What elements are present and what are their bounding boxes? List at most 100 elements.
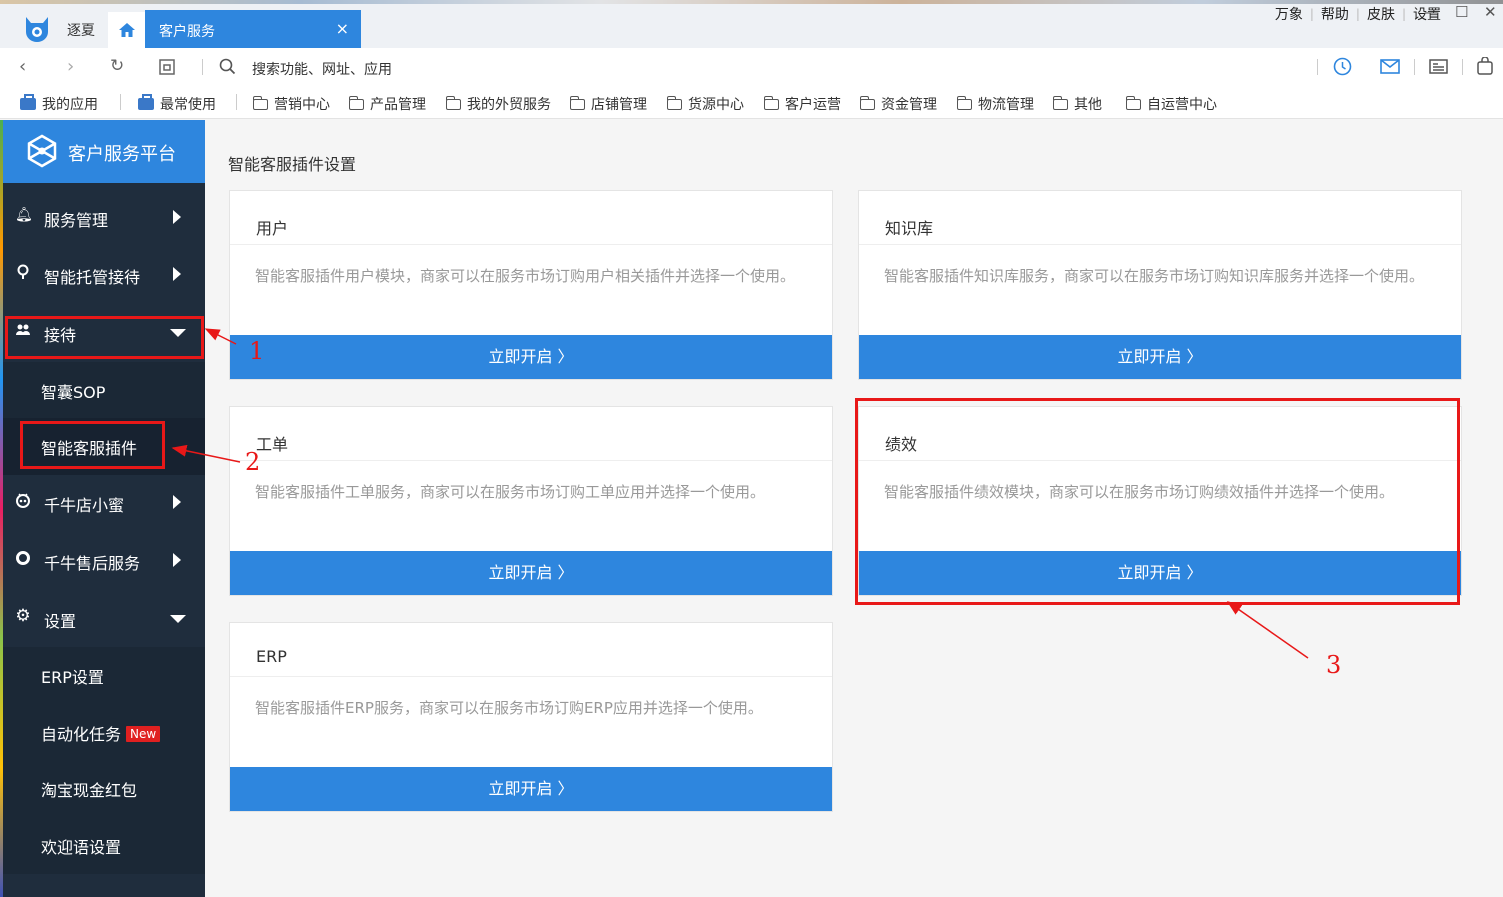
- bookmark-label: 产品管理: [370, 97, 426, 113]
- sidebar-item-hosting[interactable]: 智能托管接待: [3, 247, 205, 304]
- location-pin-icon: [17, 264, 29, 279]
- chevron-right-icon: [173, 267, 181, 281]
- bookmark-folder[interactable]: 资金管理: [859, 94, 937, 114]
- address-separator: [1414, 59, 1415, 75]
- link-separator: |: [1401, 7, 1406, 21]
- address-separator: [1462, 59, 1463, 75]
- sidebar-item-label: 自动化任务 New: [41, 721, 161, 745]
- forward-icon[interactable]: ›: [67, 56, 74, 77]
- sidebar-title: 客户服务平台: [68, 144, 176, 165]
- home-tab[interactable]: [108, 12, 145, 48]
- plugin-card-ticket: 工单 智能客服插件工单服务，商家可以在服务市场订购工单应用并选择一个使用。 立即…: [229, 406, 833, 596]
- sidebar-item-xiaomi[interactable]: 千牛店小蜜: [3, 475, 205, 532]
- folder-icon: [956, 95, 972, 110]
- sidebar-subitem-welcome[interactable]: 欢迎语设置: [3, 817, 205, 874]
- bookmark-folder[interactable]: 客户运营: [763, 94, 841, 114]
- bookmark-label: 资金管理: [881, 97, 937, 113]
- mail-icon[interactable]: [1380, 59, 1400, 74]
- tab-label: 客户服务: [159, 24, 215, 40]
- link-help[interactable]: 帮助: [1321, 4, 1349, 24]
- sidebar-header[interactable]: 客户服务平台: [3, 120, 205, 183]
- folder-icon: [348, 95, 364, 110]
- plugin-card-knowledge: 知识库 智能客服插件知识库服务，商家可以在服务市场订购知识库服务并选择一个使用。…: [858, 190, 1462, 380]
- link-wanxiang[interactable]: 万象: [1275, 4, 1303, 24]
- bookmark-label: 自运营中心: [1147, 97, 1217, 113]
- bookmark-folder[interactable]: 货源中心: [666, 94, 744, 114]
- sidebar-item-settings[interactable]: ⚙ 设置: [3, 591, 205, 648]
- bookmark-folder[interactable]: 营销中心: [252, 94, 330, 114]
- enable-button[interactable]: 立即开启 〉: [230, 551, 832, 595]
- bookmark-label: 我的外贸服务: [467, 97, 551, 113]
- address-separator: [1317, 59, 1318, 75]
- bookmark-my-apps[interactable]: 我的应用: [20, 94, 98, 114]
- robot-icon: [16, 493, 30, 508]
- sidebar-item-label: 智囊SOP: [41, 383, 106, 402]
- folder-icon: [252, 95, 268, 110]
- annotation-number-1: 1: [249, 337, 265, 365]
- back-icon[interactable]: ‹: [19, 56, 26, 77]
- sidebar-subitem-erp[interactable]: ERP设置: [3, 647, 205, 704]
- bookmark-frequent[interactable]: 最常使用: [138, 94, 216, 114]
- platform-logo-icon: [27, 134, 57, 168]
- bookmark-label: 物流管理: [978, 97, 1034, 113]
- screenshot-icon[interactable]: [158, 58, 176, 76]
- sidebar-item-label: 千牛售后服务: [44, 554, 141, 573]
- bookmark-folder[interactable]: 物流管理: [956, 94, 1034, 114]
- bookmark-folder[interactable]: 店铺管理: [569, 94, 647, 114]
- sidebar-item-label: 服务管理: [44, 211, 109, 230]
- minimize-icon[interactable]: —: [1424, 3, 1439, 21]
- sidebar-subitem-sop[interactable]: 智囊SOP: [3, 362, 205, 419]
- search-input[interactable]: 搜索功能、网址、应用: [252, 59, 392, 79]
- id-card-icon[interactable]: [1429, 59, 1448, 74]
- bell-icon: 🔔︎: [15, 207, 33, 223]
- bookmark-folder[interactable]: 我的外贸服务: [445, 94, 551, 114]
- app-logo-icon: [26, 17, 48, 42]
- gear-icon: ⚙: [15, 606, 31, 626]
- sidebar-item-aftersale[interactable]: 千牛售后服务: [3, 533, 205, 590]
- sidebar-subitem-redpack[interactable]: 淘宝现金红包: [3, 760, 205, 817]
- bookmark-separator: [236, 94, 237, 110]
- apps-box-icon: [20, 94, 36, 110]
- link-separator: |: [1355, 7, 1360, 21]
- new-badge: New: [126, 726, 161, 742]
- folder-icon: [1125, 95, 1141, 110]
- bookmark-folder[interactable]: 产品管理: [348, 94, 426, 114]
- sidebar-subitem-auto[interactable]: 自动化任务 New: [3, 704, 205, 761]
- folder-icon: [859, 95, 875, 110]
- bag-icon[interactable]: [1477, 57, 1493, 75]
- bookmark-folder[interactable]: 其他: [1052, 94, 1102, 114]
- maximize-icon[interactable]: ☐: [1455, 3, 1468, 21]
- bookmark-label: 营销中心: [274, 97, 330, 113]
- tab-customer-service[interactable]: 客户服务 ×: [145, 10, 361, 48]
- address-separator: [202, 59, 203, 75]
- enable-button[interactable]: 立即开启 〉: [859, 335, 1461, 379]
- sidebar-item-label: 千牛店小蜜: [44, 496, 125, 515]
- refresh-icon[interactable]: ↻: [110, 56, 124, 76]
- clock-icon[interactable]: [1333, 57, 1352, 76]
- page-title: 智能客服插件设置: [228, 155, 357, 174]
- bookmark-label: 店铺管理: [591, 97, 647, 113]
- enable-button[interactable]: 立即开启 〉: [230, 335, 832, 379]
- folder-icon: [666, 95, 682, 110]
- auto-task-label: 自动化任务: [41, 725, 122, 744]
- folder-icon: [763, 95, 779, 110]
- bookmark-label: 货源中心: [688, 97, 744, 113]
- plugin-card-user: 用户 智能客服插件用户模块，商家可以在服务市场订购用户相关插件并选择一个使用。 …: [229, 190, 833, 380]
- card-title: 知识库: [859, 191, 1461, 245]
- close-window-icon[interactable]: ✕: [1484, 3, 1497, 21]
- sidebar-item-label: 欢迎语设置: [41, 838, 122, 857]
- sidebar-item-label: 智能托管接待: [44, 268, 141, 287]
- top-links: 万象 | 帮助 | 皮肤 | 设置: [1275, 4, 1441, 24]
- enable-button[interactable]: 立即开启 〉: [230, 767, 832, 811]
- sidebar-item-service[interactable]: 🔔︎ 服务管理: [3, 190, 205, 247]
- bookmark-separator: [120, 94, 121, 110]
- card-description: 智能客服插件知识库服务，商家可以在服务市场订购知识库服务并选择一个使用。: [884, 267, 1425, 285]
- bookmark-label: 我的应用: [42, 97, 98, 113]
- bookmark-folder[interactable]: 自运营中心: [1125, 94, 1217, 114]
- close-tab-icon[interactable]: ×: [336, 19, 349, 38]
- link-skin[interactable]: 皮肤: [1367, 4, 1395, 24]
- card-description: 智能客服插件工单服务，商家可以在服务市场订购工单应用并选择一个使用。: [255, 483, 766, 501]
- apps-box-icon: [138, 94, 154, 110]
- card-description: 智能客服插件ERP服务，商家可以在服务市场订购ERP应用并选择一个使用。: [255, 699, 763, 717]
- chevron-right-icon: [173, 495, 181, 509]
